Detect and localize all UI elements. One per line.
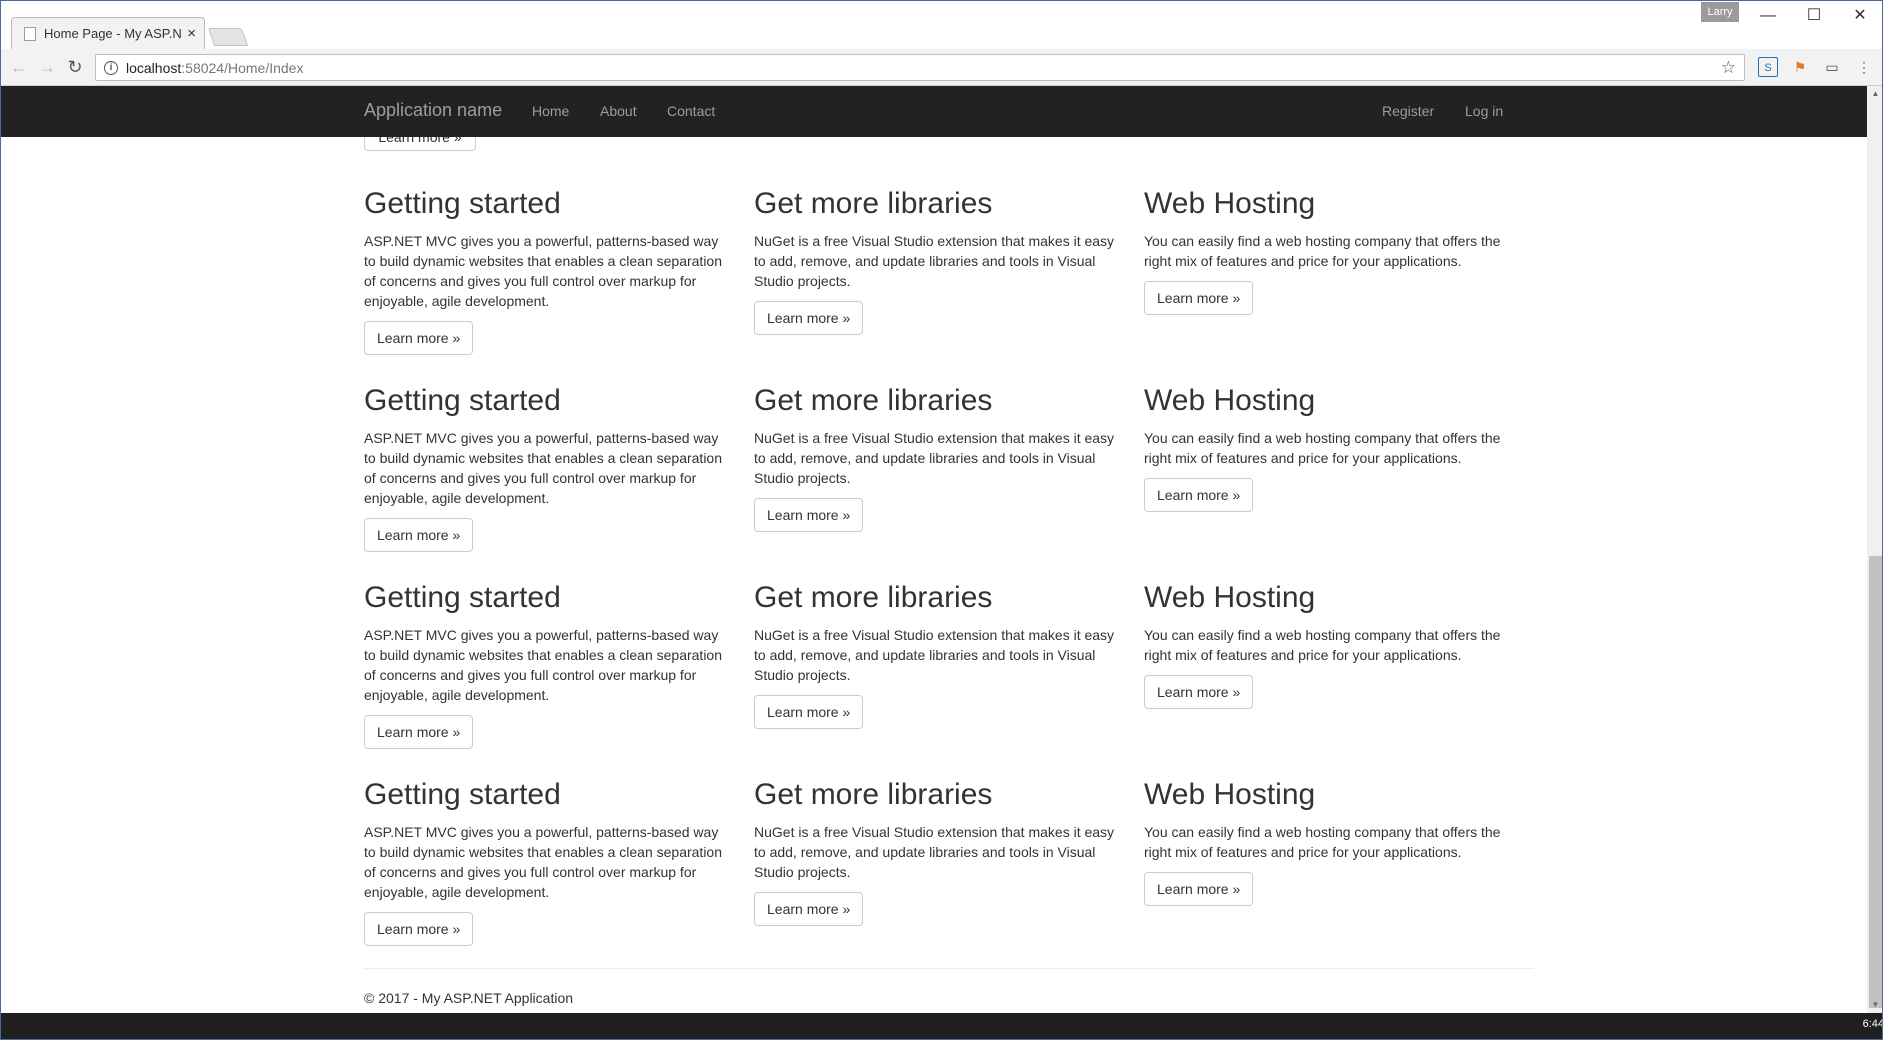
maximize-button[interactable]: ☐ [1791,3,1837,29]
tab-home-page[interactable]: Home Page - My ASP.NE × [11,17,205,49]
learn-more-button[interactable]: Learn more » [754,498,864,532]
page-icon [24,26,36,41]
column-get-more-libraries: Get more libraries NuGet is a free Visua… [754,763,1119,926]
column-text: You can easily find a web hosting compan… [1144,233,1501,269]
column-text: You can easily find a web hosting compan… [1144,430,1501,466]
learn-more-button[interactable]: Learn more » [364,137,476,151]
learn-more-button[interactable]: Learn more » [754,301,864,335]
column-heading: Getting started [364,581,561,614]
column-heading: Getting started [364,384,561,417]
column-get-more-libraries: Get more libraries NuGet is a free Visua… [754,566,1119,729]
minimize-button[interactable]: — [1745,3,1791,29]
extension-s-icon[interactable]: S [1758,57,1778,77]
menu-dots-icon[interactable]: ⋮ [1854,57,1874,77]
column-getting-started: Getting started ASP.NET MVC gives you a … [364,172,729,355]
nav-about[interactable]: About [600,103,637,119]
reload-icon[interactable]: ↻ [63,55,87,79]
title-bar: Home Page - My ASP.NE × Larry — ☐ ✕ [1,1,1882,49]
nav-register[interactable]: Register [1382,103,1434,119]
content-row: Getting started ASP.NET MVC gives you a … [364,566,1534,763]
learn-more-button[interactable]: Learn more » [1144,872,1254,906]
address-bar[interactable]: i localhost :58024/Home/Index ☆ [95,54,1745,81]
column-heading: Get more libraries [754,778,993,811]
column-heading: Web Hosting [1144,581,1316,614]
taskbar-clock[interactable]: 6:44 [1863,1018,1882,1030]
footer-divider [364,968,1534,969]
learn-more-button[interactable]: Learn more » [754,695,864,729]
close-tab-icon[interactable]: × [187,25,196,42]
column-web-hosting: Web Hosting You can easily find a web ho… [1144,763,1509,906]
content-row: Getting started ASP.NET MVC gives you a … [364,172,1534,369]
column-text: NuGet is a free Visual Studio extension … [754,430,1115,486]
content-row: Getting started ASP.NET MVC gives you a … [364,369,1534,566]
brand-link[interactable]: Application name [364,100,502,121]
column-text: NuGet is a free Visual Studio extension … [754,233,1115,289]
column-get-more-libraries: Get more libraries NuGet is a free Visua… [754,369,1119,532]
forward-arrow-icon[interactable]: → [35,55,59,79]
page-content: Learn more » Getting started ASP.NET MVC… [1,137,1867,1013]
column-web-hosting: Web Hosting You can easily find a web ho… [1144,566,1509,709]
column-getting-started: Getting started ASP.NET MVC gives you a … [364,566,729,749]
column-text: ASP.NET MVC gives you a powerful, patter… [364,627,722,703]
learn-more-button[interactable]: Learn more » [1144,675,1254,709]
column-web-hosting: Web Hosting You can easily find a web ho… [1144,369,1509,512]
column-text: NuGet is a free Visual Studio extension … [754,627,1115,683]
column-text: You can easily find a web hosting compan… [1144,627,1501,663]
new-tab-button[interactable] [207,28,249,46]
scroll-down-icon[interactable]: ▼ [1867,997,1882,1013]
learn-more-button[interactable]: Learn more » [364,715,474,749]
extension-tag-icon[interactable]: ⚑ [1790,57,1810,77]
column-text: You can easily find a web hosting compan… [1144,824,1501,860]
url-host: localhost [126,59,182,76]
footer-copyright: © 2017 - My ASP.NET Application [364,990,574,1006]
close-window-button[interactable]: ✕ [1837,3,1882,29]
nav-home[interactable]: Home [532,103,569,119]
browser-toolbar: ← → ↻ i localhost :58024/Home/Index ☆ S … [1,49,1882,86]
column-heading: Get more libraries [754,187,993,220]
column-text: ASP.NET MVC gives you a powerful, patter… [364,430,722,506]
page-scrollbar[interactable]: ▲ ▼ [1867,86,1882,1013]
os-taskbar: 6:44 [1,1013,1882,1039]
column-heading: Get more libraries [754,581,993,614]
learn-more-button[interactable]: Learn more » [364,912,474,946]
column-get-more-libraries: Get more libraries NuGet is a free Visua… [754,172,1119,335]
column-heading: Getting started [364,778,561,811]
learn-more-button[interactable]: Learn more » [364,518,474,552]
scroll-thumb[interactable] [1869,556,1882,1008]
tab-title: Home Page - My ASP.NE [44,26,182,41]
column-heading: Getting started [364,187,561,220]
url-path: :58024/Home/Index [181,59,304,76]
back-arrow-icon[interactable]: ← [7,55,31,79]
browser-window: Home Page - My ASP.NE × Larry — ☐ ✕ ← → … [0,0,1883,1040]
nav-login[interactable]: Log in [1465,103,1503,119]
info-icon[interactable]: i [104,60,118,75]
bookmark-star-icon[interactable]: ☆ [1721,58,1736,78]
column-getting-started: Getting started ASP.NET MVC gives you a … [364,369,729,552]
column-web-hosting: Web Hosting You can easily find a web ho… [1144,172,1509,315]
column-heading: Web Hosting [1144,187,1316,220]
learn-more-button[interactable]: Learn more » [1144,281,1254,315]
column-text: ASP.NET MVC gives you a powerful, patter… [364,824,722,900]
learn-more-button[interactable]: Learn more » [1144,478,1254,512]
learn-more-button[interactable]: Learn more » [754,892,864,926]
column-text: NuGet is a free Visual Studio extension … [754,824,1115,880]
column-text: ASP.NET MVC gives you a powerful, patter… [364,233,722,309]
column-heading: Web Hosting [1144,384,1316,417]
learn-more-button[interactable]: Learn more » [364,321,474,355]
cast-icon[interactable]: ▭ [1822,57,1842,77]
column-heading: Get more libraries [754,384,993,417]
scroll-up-icon[interactable]: ▲ [1867,86,1882,102]
profile-button[interactable]: Larry [1701,2,1739,22]
nav-contact[interactable]: Contact [667,103,715,119]
site-navbar: Application name Home About Contact Regi… [1,86,1867,137]
column-heading: Web Hosting [1144,778,1316,811]
content-row: Getting started ASP.NET MVC gives you a … [364,763,1534,960]
column-getting-started: Getting started ASP.NET MVC gives you a … [364,763,729,946]
